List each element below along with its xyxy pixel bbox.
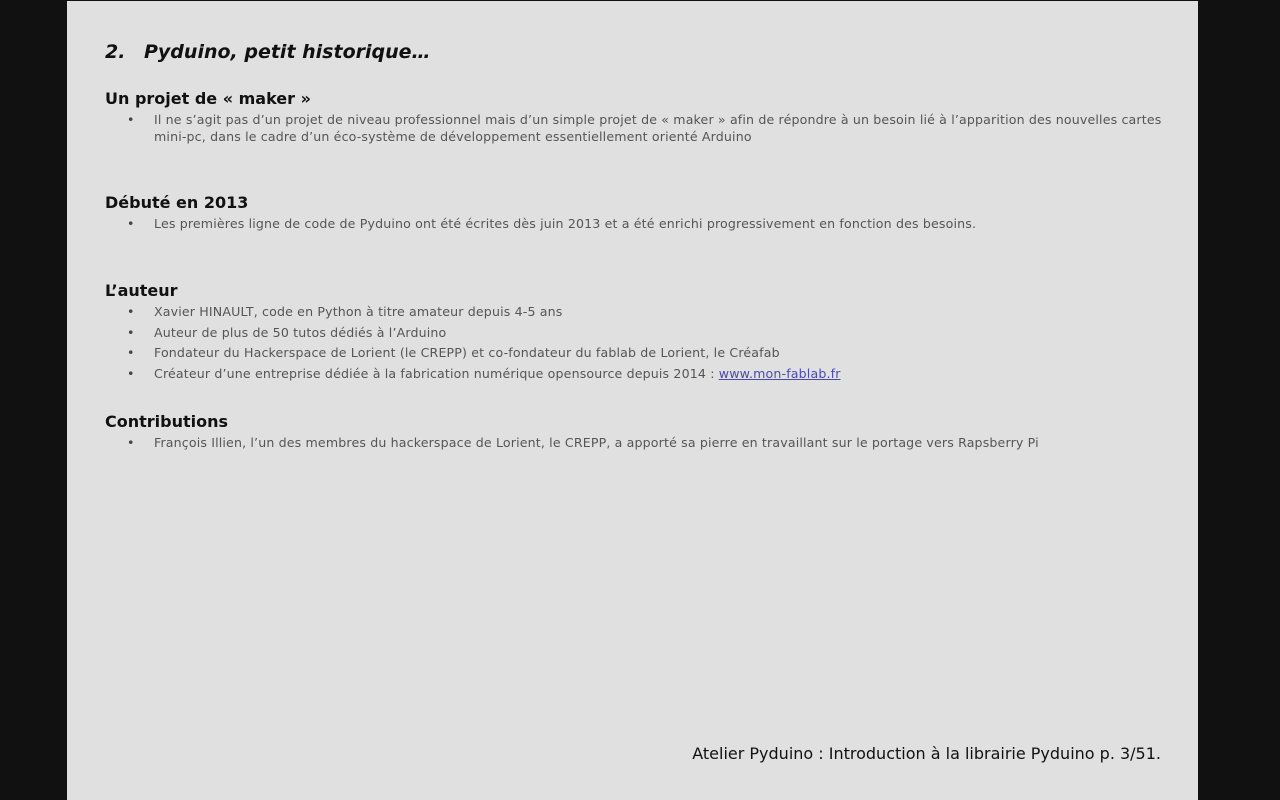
list-item: • Fondateur du Hackerspace de Lorient (le… <box>105 344 1165 361</box>
bullet-icon: • <box>127 345 135 361</box>
title-text: Pyduino, petit historique… <box>144 41 431 63</box>
section-heading: L’auteur <box>105 281 178 300</box>
section-contributions: Contributions • François Illien, l’un des… <box>105 412 1165 455</box>
list-item: • Il ne s’agit pas d’un projet de niveau … <box>105 111 1165 145</box>
document-page: 2. Pyduino, petit historique… Un projet d… <box>67 1 1198 800</box>
website-link[interactable]: www.mon-fablab.fr <box>719 366 841 381</box>
list-item: • Créateur d’une entreprise dédiée à la f… <box>105 365 1165 382</box>
bullet-list: • François Illien, l’un des membres du ha… <box>105 434 1165 451</box>
list-item-text: Il ne s’agit pas d’un projet de niveau p… <box>154 112 1162 144</box>
bullet-list: • Les premières ligne de code de Pyduino … <box>105 215 1165 232</box>
list-item: • Xavier HINAULT, code en Python à titre … <box>105 303 1165 320</box>
list-item-text: François Illien, l’un des membres du hac… <box>154 435 1039 450</box>
bullet-icon: • <box>127 304 135 319</box>
bullet-icon: • <box>127 324 135 340</box>
list-item: • Auteur de plus de 50 tutos dédiés à l’A… <box>105 324 1165 341</box>
list-item: • Les premières ligne de code de Pyduino … <box>105 215 1165 232</box>
page-footer: Atelier Pyduino : Introduction à la libr… <box>692 744 1161 763</box>
list-item-text: Auteur de plus de 50 tutos dédiés à l’Ar… <box>154 324 447 340</box>
bullet-icon: • <box>127 366 135 382</box>
bullet-list: • Xavier HINAULT, code en Python à titre … <box>105 303 1165 382</box>
list-item-text: Fondateur du Hackerspace de Lorient (le … <box>154 345 780 361</box>
section-heading: Contributions <box>105 412 229 431</box>
bullet-list: • Il ne s’agit pas d’un projet de niveau … <box>105 111 1165 145</box>
page-title: 2. Pyduino, petit historique… <box>105 41 431 63</box>
bullet-icon: • <box>127 435 135 450</box>
list-item-text: Xavier HINAULT, code en Python à titre a… <box>154 304 563 319</box>
list-item: • François Illien, l’un des membres du ha… <box>105 434 1165 451</box>
section-auteur: L’auteur • Xavier HINAULT, code en Python… <box>105 281 1165 386</box>
section-heading: Un projet de « maker » <box>105 89 311 108</box>
section-debut: Débuté en 2013 • Les premières ligne de c… <box>105 193 1165 236</box>
title-number: 2. <box>105 41 126 63</box>
list-item-text: Créateur d’une entreprise dédiée à la fa… <box>154 366 719 382</box>
section-heading: Débuté en 2013 <box>105 193 249 212</box>
bullet-icon: • <box>127 112 135 127</box>
bullet-icon: • <box>127 216 135 231</box>
section-maker: Un projet de « maker » • Il ne s’agit pas… <box>105 89 1165 149</box>
list-item-text: Les premières ligne de code de Pyduino o… <box>154 216 977 231</box>
